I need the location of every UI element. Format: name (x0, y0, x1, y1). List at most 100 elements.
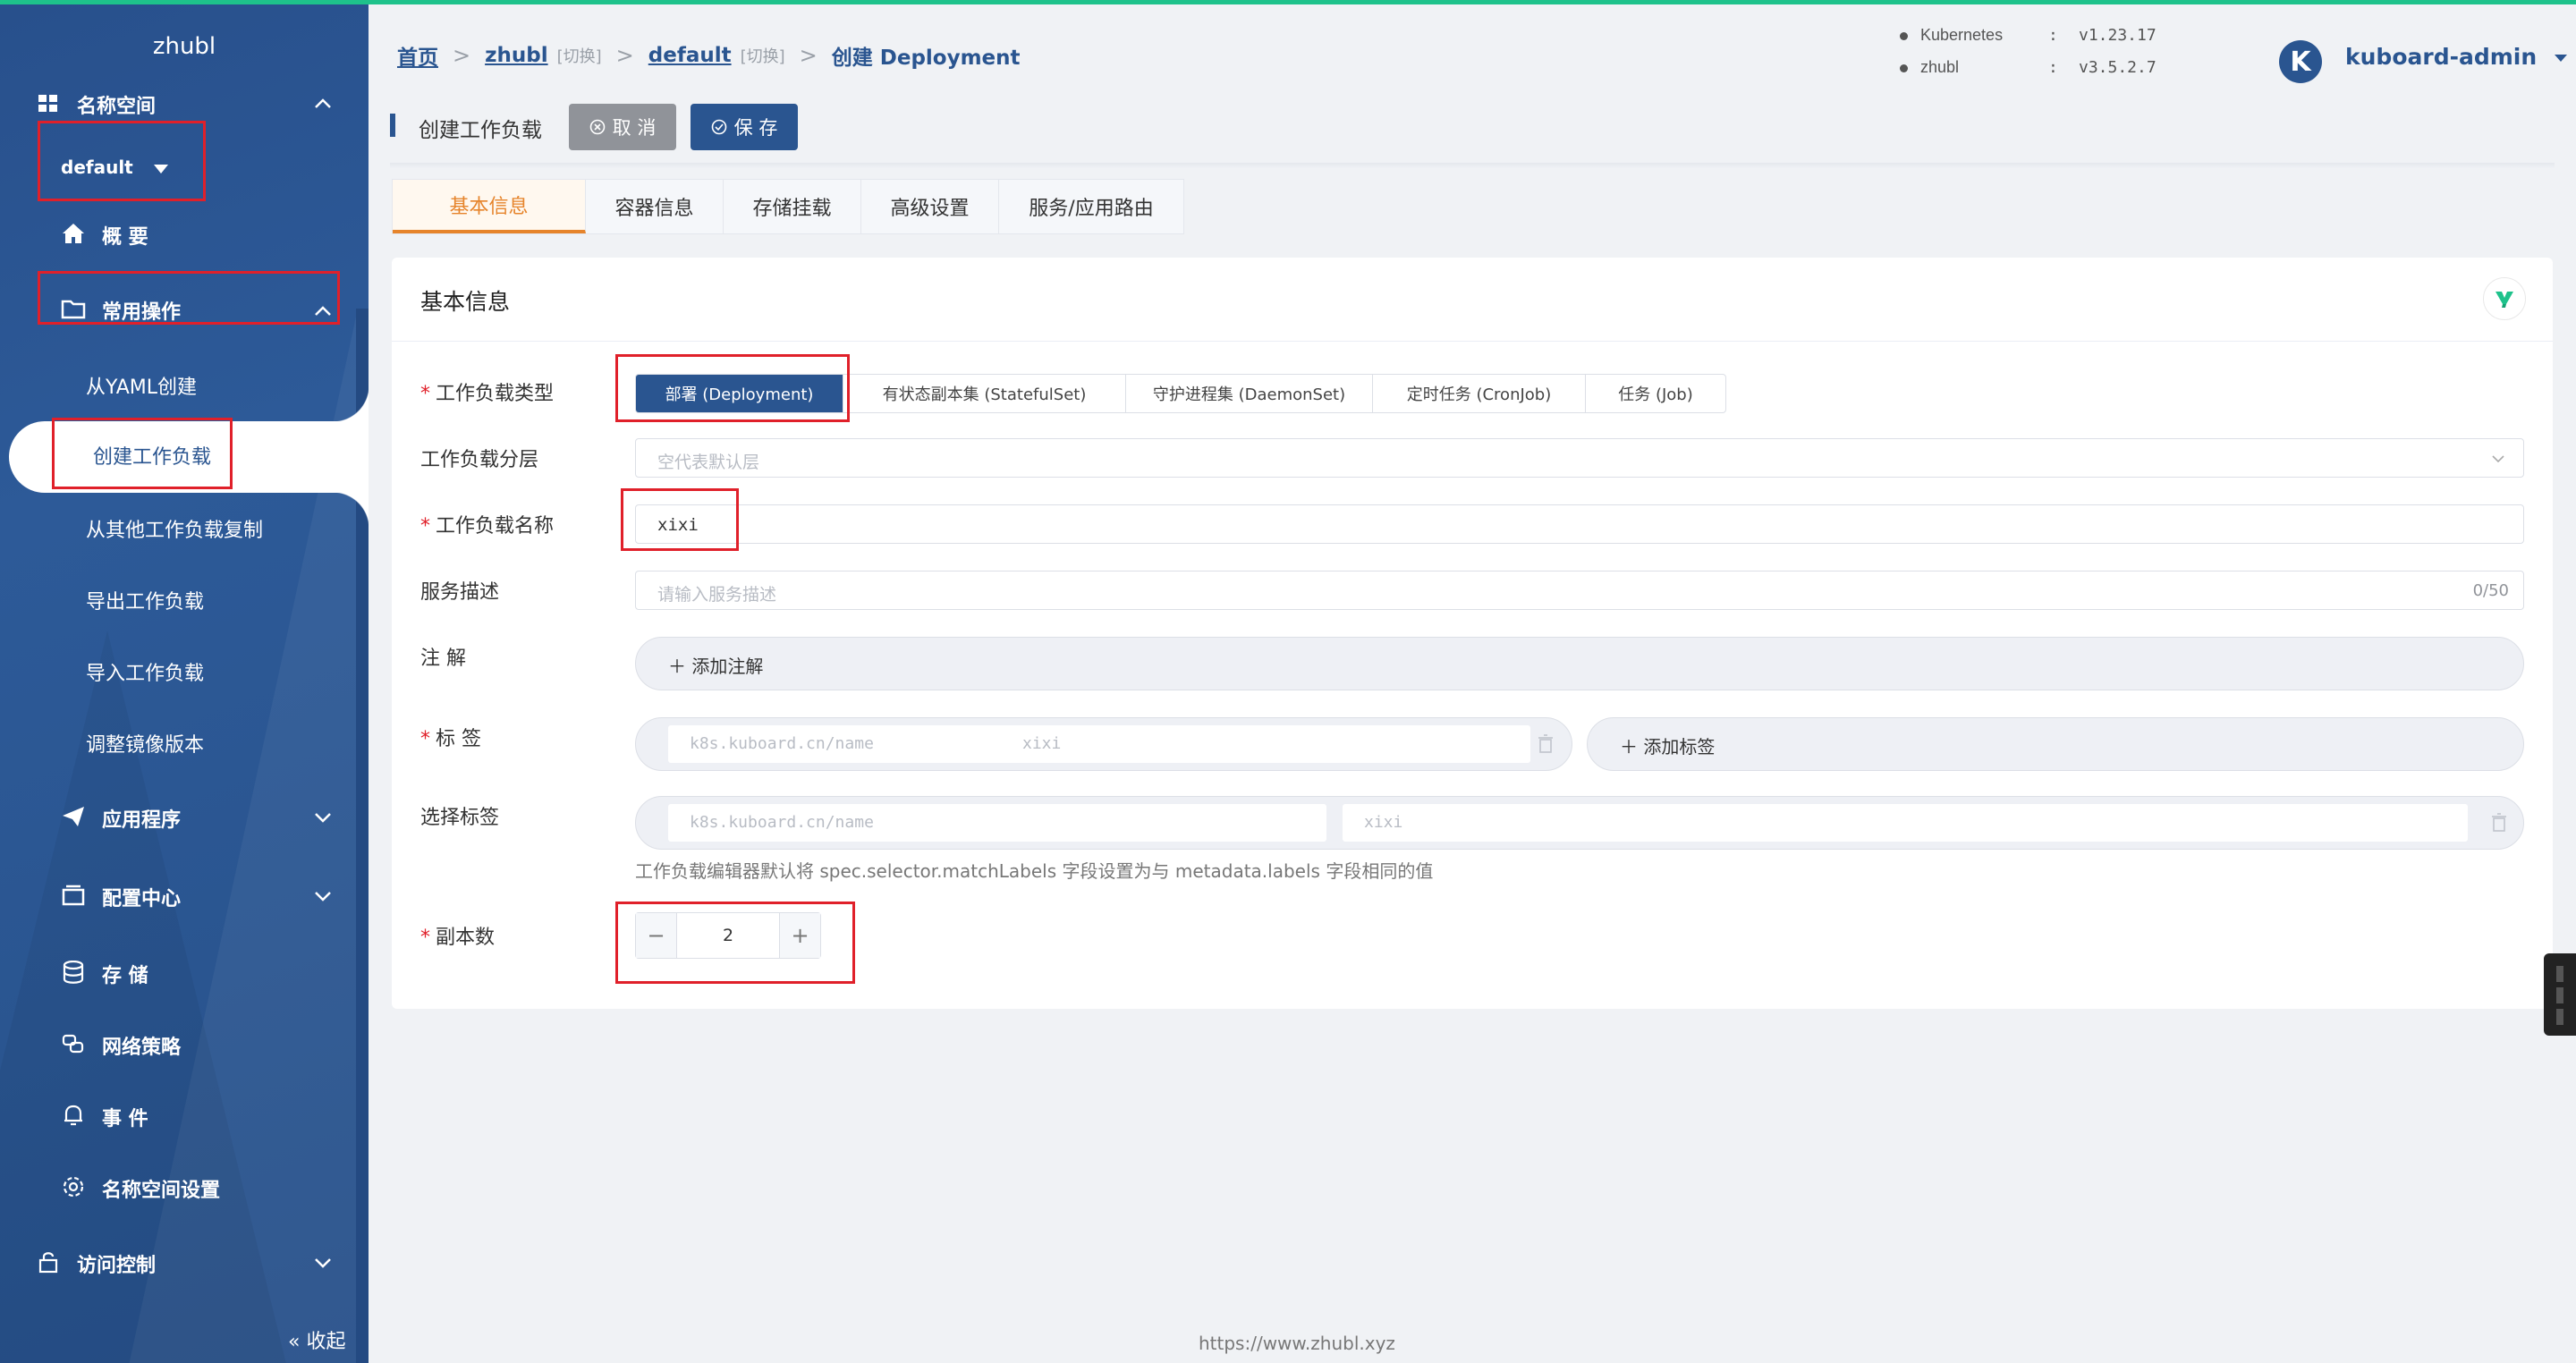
collapse-sidebar-button[interactable]: « 收起 (288, 1325, 345, 1354)
add-label-box: ＋ 添加标签 (1587, 717, 2524, 771)
sidebar-item-overview[interactable]: 概 要 (0, 219, 369, 249)
sidebar: zhubl 名称空间 default 概 要 常用操作 从YAML创建 创建工作… (0, 4, 369, 1363)
cluster-name: zhubl (152, 33, 216, 60)
yaml-icon[interactable] (2483, 277, 2526, 320)
type-daemonset[interactable]: 守护进程集 (DaemonSet) (1126, 375, 1373, 412)
events-label: 事 件 (102, 1108, 148, 1130)
type-job[interactable]: 任务 (Job) (1586, 375, 1725, 412)
chevron-right-icon: > (615, 43, 634, 68)
tab-bar: 基本信息 容器信息 存储挂载 高级设置 服务/应用路由 (392, 179, 1184, 234)
sidebar-item-config[interactable]: 配置中心 (0, 881, 369, 911)
avatar[interactable]: K (2279, 40, 2322, 83)
kuboard-separator: : (2048, 58, 2058, 77)
storage-label: 存 储 (102, 965, 148, 987)
trash-icon (2492, 813, 2506, 832)
card-title: 基本信息 (420, 289, 511, 315)
kuboard-version: v3.5.2.7 (2079, 58, 2157, 77)
type-cronjob[interactable]: 定时任务 (CronJob) (1373, 375, 1586, 412)
chevron-down-icon (315, 1258, 331, 1268)
trash-icon[interactable] (1538, 734, 1554, 754)
chevron-down-icon (315, 813, 331, 823)
cancel-label: 取 消 (612, 117, 657, 139)
overview-label: 概 要 (102, 226, 148, 249)
side-drawer-handle[interactable] (2544, 953, 2576, 1036)
version-labels: Kubernetes zhubl (1900, 26, 2003, 85)
version-separators: : : (2048, 26, 2058, 85)
network-policy-label: 网络策略 (102, 1037, 182, 1059)
selector-key-input: k8s.kuboard.cn/name (668, 804, 1326, 842)
label-value-input[interactable]: xixi (1001, 725, 1530, 763)
kuboard-label: zhubl (1920, 58, 1960, 76)
box-icon (61, 883, 86, 908)
config-label: 配置中心 (102, 888, 182, 910)
caret-down-icon (2554, 55, 2567, 62)
tab-container-info[interactable]: 容器信息 (586, 180, 724, 233)
network-icon (61, 1031, 86, 1056)
add-annotation-button[interactable]: ＋ 添加注解 (668, 652, 763, 678)
k8s-label: Kubernetes (1920, 26, 2004, 44)
switch-cluster-link[interactable]: [切换] (557, 44, 602, 67)
save-button[interactable]: 保 存 (691, 104, 798, 150)
type-statefulset[interactable]: 有状态副本集 (StatefulSet) (843, 375, 1126, 412)
version-values: v1.23.17 v3.5.2.7 (2079, 26, 2157, 85)
highlight-box (615, 354, 850, 422)
sidebar-item-network-policy[interactable]: 网络策略 (0, 1029, 369, 1060)
save-label: 保 存 (733, 117, 778, 139)
sidebar-item-adjust-image[interactable]: 调整镜像版本 (0, 727, 369, 757)
k8s-version: v1.23.17 (2079, 26, 2157, 45)
chevron-right-icon: > (453, 43, 471, 68)
from-yaml-label: 从YAML创建 (86, 377, 198, 399)
service-desc-input[interactable]: 请输入服务描述 0/50 (635, 571, 2524, 610)
sidebar-item-import-workload[interactable]: 导入工作负载 (0, 656, 369, 685)
k8s-separator: : (2048, 26, 2058, 45)
page-title: 创建工作负载 (419, 119, 542, 142)
home-icon (61, 221, 86, 246)
sidebar-item-from-yaml[interactable]: 从YAML创建 (0, 369, 369, 399)
tab-advanced-settings[interactable]: 高级设置 (861, 180, 999, 233)
sidebar-item-storage[interactable]: 存 储 (0, 958, 369, 988)
namespace-section-label: 名称空间 (77, 96, 157, 118)
lock-icon (36, 1249, 61, 1274)
tab-storage-mount[interactable]: 存储挂载 (724, 180, 861, 233)
sidebar-item-namespace-settings[interactable]: 名称空间设置 (0, 1173, 369, 1203)
grid-icon (36, 91, 61, 116)
workload-layer-label: 工作负载分层 (420, 449, 539, 471)
desc-char-count: 0/50 (2472, 581, 2509, 600)
breadcrumb-home[interactable]: 首页 (397, 40, 438, 71)
annotations-label: 注 解 (420, 648, 466, 670)
highlight-box (615, 902, 855, 984)
export-workload-label: 导出工作负载 (86, 591, 205, 614)
replicas-label: * 副本数 (420, 927, 496, 949)
breadcrumb-namespace[interactable]: default (648, 44, 732, 67)
selector-row: k8s.kuboard.cn/name xixi (635, 796, 2524, 850)
workload-name-label: * 工作负载名称 (420, 515, 555, 538)
user-menu[interactable]: kuboard-admin (2345, 44, 2568, 70)
annotations-box: ＋ 添加注解 (635, 637, 2524, 690)
switch-namespace-link[interactable]: [切换] (741, 44, 785, 67)
cancel-button[interactable]: 取 消 (569, 104, 676, 150)
sidebar-item-export-workload[interactable]: 导出工作负载 (0, 584, 369, 614)
toolbar-divider (390, 163, 2555, 168)
tab-basic-info[interactable]: 基本信息 (393, 180, 586, 233)
layer-placeholder: 空代表默认层 (657, 453, 760, 472)
workload-type-label: * 工作负载类型 (420, 383, 555, 405)
add-label-button[interactable]: ＋ 添加标签 (1620, 732, 1715, 758)
sidebar-item-copy-workload[interactable]: 从其他工作负载复制 (0, 512, 369, 542)
workload-name-input[interactable]: xixi (635, 504, 2524, 544)
sidebar-namespace-section[interactable]: 名称空间 (0, 90, 369, 118)
sidebar-item-apps[interactable]: 应用程序 (0, 802, 369, 833)
toolbar-accent (390, 114, 395, 137)
workload-layer-select[interactable]: 空代表默认层 (635, 438, 2524, 478)
header: 首页 > zhubl [切换] > default [切换] > 创建 Depl… (369, 4, 2576, 94)
chevron-right-icon: > (799, 43, 818, 68)
tab-service-routing[interactable]: 服务/应用路由 (999, 180, 1183, 233)
service-desc-label: 服务描述 (420, 581, 500, 604)
sidebar-item-events[interactable]: 事 件 (0, 1101, 369, 1131)
bell-icon (61, 1103, 86, 1128)
chevron-down-icon (315, 892, 331, 902)
breadcrumb-cluster[interactable]: zhubl (485, 44, 547, 67)
sidebar-item-access-control[interactable]: 访问控制 (0, 1248, 369, 1278)
selector-hint: 工作负载编辑器默认将 spec.selector.matchLabels 字段设… (635, 860, 1434, 882)
breadcrumb: 首页 > zhubl [切换] > default [切换] > 创建 Depl… (397, 40, 1021, 71)
label-key-input[interactable]: k8s.kuboard.cn/name (668, 725, 1010, 763)
